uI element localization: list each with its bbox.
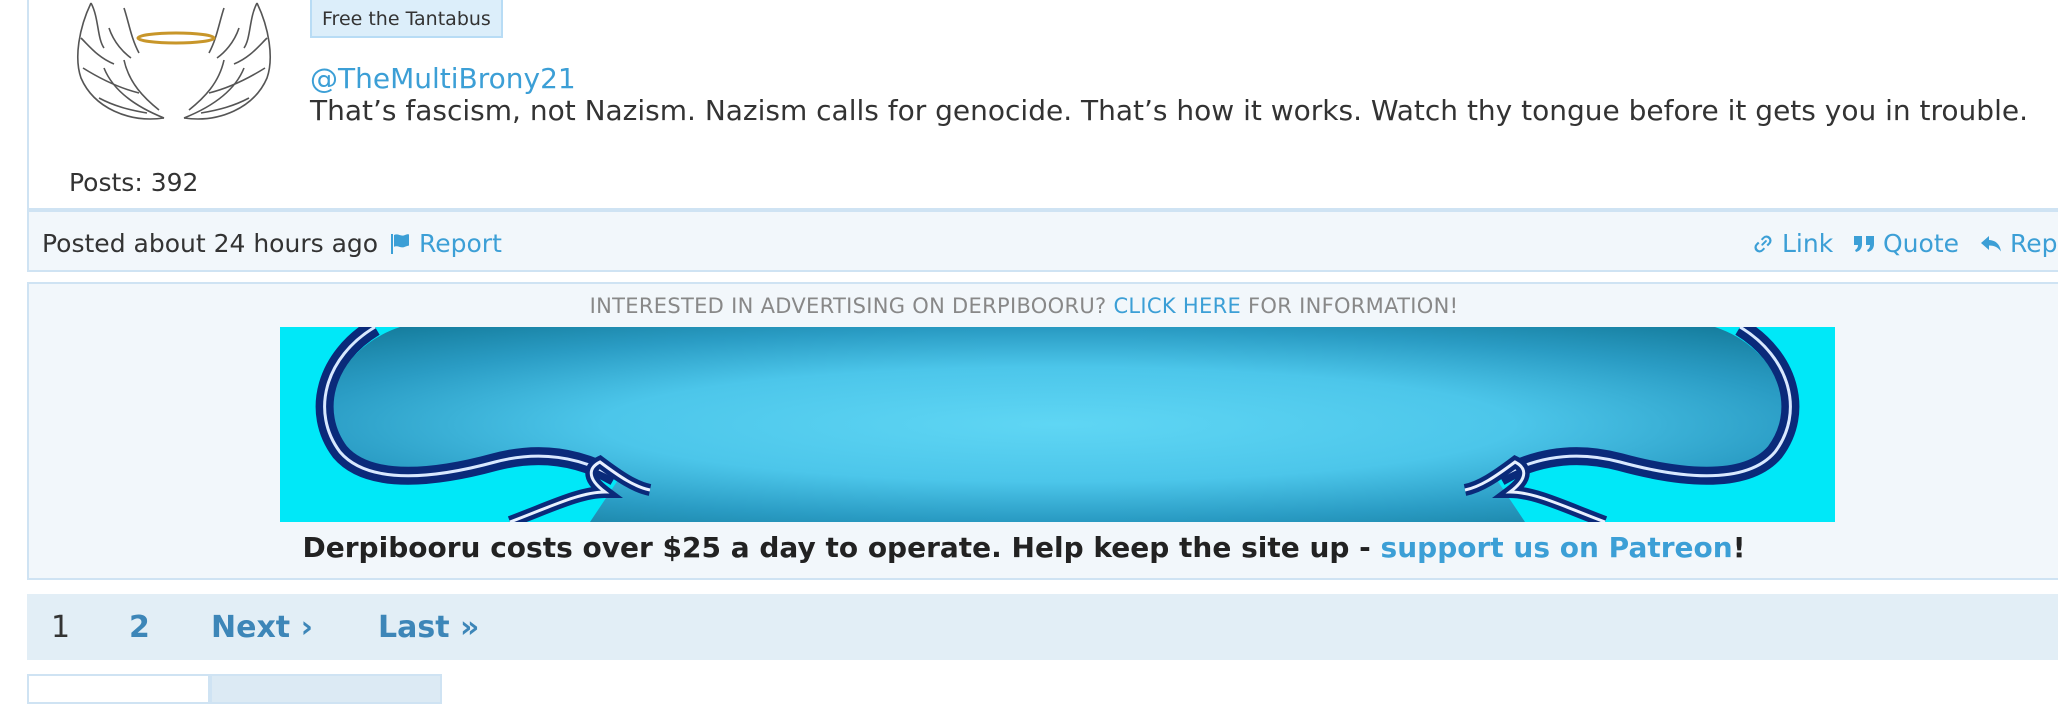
reply-label: Reply — [2010, 229, 2058, 258]
posted-timestamp: Posted about 24 hours ago — [42, 229, 379, 258]
quote-button[interactable]: Quote — [1852, 229, 1959, 258]
reply-arrow-icon — [1981, 235, 2001, 251]
advertising-notice: INTERESTED IN ADVERTISING ON DERPIBOORU?… — [29, 294, 2019, 318]
patreon-link[interactable]: support us on Patreon — [1381, 531, 1733, 564]
posts-count: Posts: 392 — [69, 168, 199, 197]
report-label: Report — [419, 229, 502, 258]
user-mention-link[interactable]: @TheMultiBrony21 — [310, 62, 576, 95]
post-footer: Posted about 24 hours ago Report Link Qu… — [27, 210, 2058, 272]
forum-post: Free the Tantabus @TheMultiBrony21 That’… — [27, 0, 2058, 210]
tab-inactive[interactable] — [210, 674, 442, 704]
quote-label: Quote — [1883, 229, 1960, 258]
link-label: Link — [1782, 229, 1834, 258]
user-badge: Free the Tantabus — [310, 0, 503, 38]
tab-active[interactable] — [27, 674, 210, 704]
click-here-link[interactable]: CLICK HERE — [1113, 294, 1241, 318]
angel-wings-halo-icon[interactable] — [69, 0, 279, 130]
reply-button[interactable]: Reply — [1979, 229, 2058, 258]
chain-link-icon — [1754, 235, 1772, 252]
link-button[interactable]: Link — [1751, 229, 1833, 258]
donation-message: Derpibooru costs over $25 a day to opera… — [29, 531, 2019, 564]
flag-icon — [391, 233, 409, 254]
ad-banner-image[interactable] — [280, 327, 1835, 522]
page-2-link[interactable]: 2 — [129, 610, 150, 645]
next-page-link[interactable]: Next › — [211, 610, 313, 645]
page-1-current: 1 — [51, 610, 71, 645]
advertising-notice-prefix: INTERESTED IN ADVERTISING ON DERPIBOORU? — [589, 294, 1114, 318]
advertising-notice-suffix: FOR INFORMATION! — [1241, 294, 1459, 318]
pagination: 1 2 Next › Last » — [27, 594, 2058, 660]
quote-icon — [1854, 235, 1874, 252]
donation-message-text: Derpibooru costs over $25 a day to opera… — [302, 531, 1381, 564]
last-page-link[interactable]: Last » — [378, 610, 479, 645]
donation-message-end: ! — [1732, 531, 1746, 564]
report-button[interactable]: Report — [388, 229, 502, 258]
advertisement-block: INTERESTED IN ADVERTISING ON DERPIBOORU?… — [27, 282, 2058, 580]
post-body: That’s fascism, not Nazism. Nazism calls… — [310, 94, 2028, 127]
